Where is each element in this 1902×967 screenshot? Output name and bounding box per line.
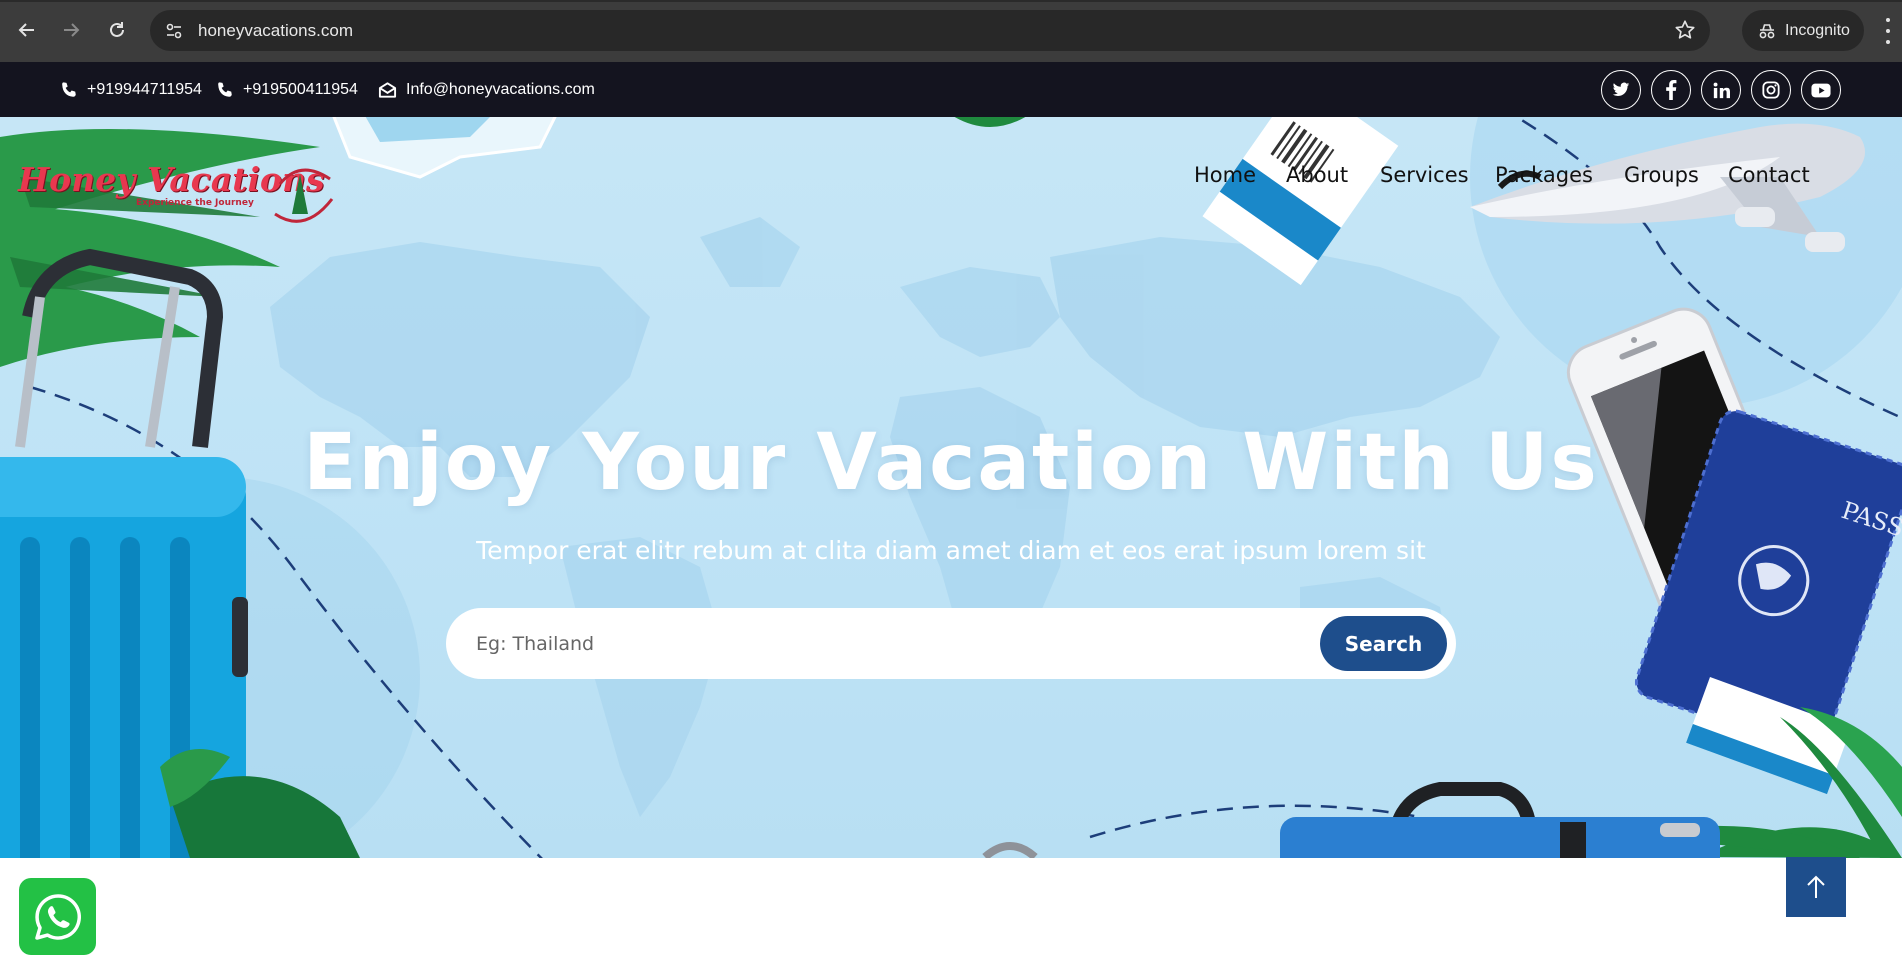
reload-icon[interactable] [101, 14, 133, 46]
contact-topbar: +919944711954 +919500411954 Info@honeyva… [0, 62, 1902, 117]
nav-about[interactable]: About [1286, 163, 1348, 187]
nav-groups[interactable]: Groups [1624, 163, 1699, 187]
phone-icon [62, 81, 76, 97]
site-info-icon[interactable] [160, 17, 188, 45]
linkedin-icon [1713, 82, 1730, 98]
incognito-icon [1759, 23, 1775, 38]
twitter-icon [1612, 82, 1630, 97]
nav-services[interactable]: Services [1380, 163, 1469, 187]
nav-contact[interactable]: Contact [1728, 163, 1810, 187]
instagram-icon [1762, 81, 1780, 99]
search-button[interactable]: Search [1320, 616, 1447, 671]
url-text[interactable]: honeyvacations.com [198, 21, 353, 41]
facebook-link[interactable] [1651, 70, 1691, 110]
email-address: Info@honeyvacations.com [406, 80, 595, 98]
forward-arrow-icon[interactable] [55, 14, 87, 46]
twitter-link[interactable] [1601, 70, 1641, 110]
destination-search-input[interactable] [476, 626, 1256, 662]
whatsapp-icon [34, 893, 81, 940]
facebook-icon [1666, 80, 1677, 100]
phone-number-2: +919500411954 [243, 80, 358, 98]
browser-chrome: honeyvacations.com Incognito [0, 0, 1902, 62]
whatsapp-button[interactable] [19, 878, 96, 955]
incognito-indicator[interactable]: Incognito [1742, 10, 1864, 51]
incognito-label: Incognito [1785, 21, 1850, 39]
linkedin-link[interactable] [1701, 70, 1741, 110]
email-contact[interactable]: Info@honeyvacations.com [378, 62, 595, 117]
youtube-icon [1811, 83, 1831, 97]
hero-title: Enjoy Your Vacation With Us [303, 418, 1599, 508]
hero-search-form: Search [446, 608, 1456, 679]
nav-packages[interactable]: Packages [1495, 163, 1593, 187]
phone-number-1: +919944711954 [87, 80, 202, 98]
instagram-link[interactable] [1751, 70, 1791, 110]
main-navigation: Home About Services Packages Groups Cont… [0, 163, 1902, 195]
logo-tagline: Experience the Journey [136, 198, 254, 208]
youtube-link[interactable] [1801, 70, 1841, 110]
hero-section: PASSPO Honey Vacations Experience the Jo… [0, 117, 1902, 858]
envelope-open-icon [378, 81, 397, 98]
back-to-top-button[interactable] [1786, 857, 1846, 917]
phone-icon [218, 81, 232, 97]
arrow-up-icon [1807, 875, 1825, 898]
address-bar[interactable]: honeyvacations.com [150, 10, 1710, 51]
bookmark-star-icon[interactable] [1674, 19, 1696, 45]
more-menu-icon[interactable] [1884, 18, 1892, 44]
tab-strip [0, 0, 1902, 2]
hero-subtitle: Tempor erat elitr rebum at clita diam am… [476, 536, 1426, 565]
back-arrow-icon[interactable] [11, 14, 43, 46]
nav-home[interactable]: Home [1194, 163, 1256, 187]
phone-contact-1[interactable]: +919944711954 [60, 62, 202, 117]
phone-contact-2[interactable]: +919500411954 [216, 62, 358, 117]
world-map-illustration [270, 217, 1500, 817]
